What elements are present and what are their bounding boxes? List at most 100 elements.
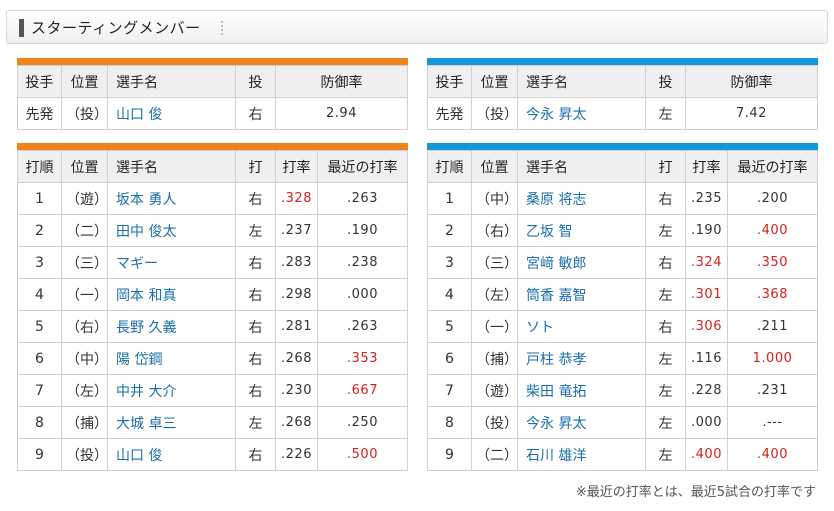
pitcher-role: 先発 bbox=[17, 97, 62, 130]
player-name-link[interactable]: 今永 昇太 bbox=[517, 406, 646, 439]
position: （遊） bbox=[471, 374, 518, 407]
position: （左） bbox=[61, 374, 108, 407]
batting-average: .324 bbox=[685, 246, 728, 279]
pitcher-throws: 右 bbox=[235, 97, 276, 130]
recent-average: .263 bbox=[317, 310, 408, 343]
position: （投） bbox=[61, 438, 108, 471]
lineup-row: 6 （捕） 戸柱 恭孝左 .116 1.000 bbox=[427, 342, 818, 375]
recent-average: .400 bbox=[727, 438, 818, 471]
player-name-link[interactable]: 長野 久義 bbox=[107, 310, 236, 343]
recent-average: .200 bbox=[727, 182, 818, 215]
lineup-table: 打順 位置 選手名 打 打率 最近の打率 1 （中） 桑原 将志右 .235.200 2… bbox=[427, 150, 818, 471]
lineup-row: 9 （投） 山口 俊右 .226.500 bbox=[17, 438, 408, 471]
position: （右） bbox=[61, 310, 108, 343]
pitcher-pos: （投） bbox=[61, 97, 108, 130]
batting-average: .301 bbox=[685, 278, 728, 311]
batting-order: 7 bbox=[17, 374, 62, 407]
col-header-name: 選手名 bbox=[107, 65, 236, 98]
pitcher-row: 先発 （投） 今永 昇太 左 7.42 bbox=[427, 97, 818, 130]
col-header-name: 選手名 bbox=[107, 150, 236, 183]
player-name-link[interactable]: 田中 俊太 bbox=[107, 214, 236, 247]
col-header-throws: 投 bbox=[235, 65, 276, 98]
player-name-link[interactable]: マギー bbox=[107, 246, 236, 279]
lineup-row: 3 （三） 宮﨑 敏郎右 .324.350 bbox=[427, 246, 818, 279]
position: （二） bbox=[61, 214, 108, 247]
player-name-link[interactable]: 大城 卓三 bbox=[107, 406, 236, 439]
recent-average: .190 bbox=[317, 214, 408, 247]
player-name-link[interactable]: 筒香 嘉智 bbox=[517, 278, 646, 311]
bats-hand: 左 bbox=[645, 214, 686, 247]
position: （捕） bbox=[61, 406, 108, 439]
player-name-link[interactable]: 山口 俊 bbox=[107, 438, 236, 471]
player-name-link[interactable]: 乙坂 智 bbox=[517, 214, 646, 247]
batting-order: 4 bbox=[427, 278, 472, 311]
recent-average: .000 bbox=[317, 278, 408, 311]
team-accent-bar bbox=[17, 143, 408, 150]
bats-hand: 右 bbox=[235, 438, 276, 471]
section-title: スターティングメンバー bbox=[31, 19, 201, 37]
pitcher-pos: （投） bbox=[471, 97, 518, 130]
col-header-recent: 最近の打率 bbox=[727, 150, 818, 183]
batting-order: 6 bbox=[17, 342, 62, 375]
position: （投） bbox=[471, 406, 518, 439]
player-name-link[interactable]: 宮﨑 敏郎 bbox=[517, 246, 646, 279]
batting-average: .000 bbox=[685, 406, 728, 439]
lineup-row: 2 （右） 乙坂 智左 .190.400 bbox=[427, 214, 818, 247]
player-name-link[interactable]: 戸柱 恭孝 bbox=[517, 342, 646, 375]
pitcher-era: 7.42 bbox=[685, 97, 818, 130]
lineup-row: 9 （二） 石川 雄洋左 .400.400 bbox=[427, 438, 818, 471]
bats-hand: 左 bbox=[645, 438, 686, 471]
lineup-row: 6 （中）陽 岱鋼右 .268.353 bbox=[17, 342, 408, 375]
pitcher-table: 投手 位置 選手名 投 防御率 先発 （投） 今永 昇太 左 7.42 bbox=[427, 65, 818, 130]
col-header-name: 選手名 bbox=[517, 65, 646, 98]
grip-icon bbox=[221, 21, 223, 35]
player-name-link[interactable]: 陽 岱鋼 bbox=[107, 342, 236, 375]
team-accent-bar bbox=[427, 143, 818, 150]
batting-order: 7 bbox=[427, 374, 472, 407]
col-header-pos: 位置 bbox=[471, 65, 518, 98]
player-name-link[interactable]: 岡本 和真 bbox=[107, 278, 236, 311]
position: （中） bbox=[471, 182, 518, 215]
pitcher-header-row: 投手 位置 選手名 投 防御率 bbox=[427, 65, 818, 98]
player-name-link[interactable]: 坂本 勇人 bbox=[107, 182, 236, 215]
section-header: スターティングメンバー bbox=[6, 10, 828, 44]
batting-average: .237 bbox=[275, 214, 318, 247]
left-pitcher-panel: 投手 位置 選手名 投 防御率 先発 （投） 山口 俊 右 2.94 bbox=[17, 58, 408, 130]
position: （一） bbox=[61, 278, 108, 311]
player-name-link[interactable]: 石川 雄洋 bbox=[517, 438, 646, 471]
player-name-link[interactable]: 桑原 将志 bbox=[517, 182, 646, 215]
batting-average: .281 bbox=[275, 310, 318, 343]
lineup-row: 5 （右） 長野 久義右 .281.263 bbox=[17, 310, 408, 343]
col-header-avg: 打率 bbox=[275, 150, 318, 183]
lineup-row: 8 （捕） 大城 卓三左 .268.250 bbox=[17, 406, 408, 439]
batting-order: 2 bbox=[17, 214, 62, 247]
position: （三） bbox=[471, 246, 518, 279]
pitcher-name-link[interactable]: 山口 俊 bbox=[107, 97, 236, 130]
pitcher-table: 投手 位置 選手名 投 防御率 先発 （投） 山口 俊 右 2.94 bbox=[17, 65, 408, 130]
batting-order: 1 bbox=[427, 182, 472, 215]
batting-average: .283 bbox=[275, 246, 318, 279]
recent-average: .250 bbox=[317, 406, 408, 439]
batting-order: 2 bbox=[427, 214, 472, 247]
lineup-header-row: 打順 位置 選手名 打 打率 最近の打率 bbox=[17, 150, 408, 183]
player-name-link[interactable]: 中井 大介 bbox=[107, 374, 236, 407]
recent-average: .500 bbox=[317, 438, 408, 471]
recent-average: .--- bbox=[727, 406, 818, 439]
batting-order: 8 bbox=[427, 406, 472, 439]
pitcher-name-link[interactable]: 今永 昇太 bbox=[517, 97, 646, 130]
team-accent-bar bbox=[427, 58, 818, 65]
col-header-role: 投手 bbox=[17, 65, 62, 98]
bats-hand: 左 bbox=[235, 406, 276, 439]
col-header-pos: 位置 bbox=[61, 65, 108, 98]
lineup-row: 1 （中） 桑原 将志右 .235.200 bbox=[427, 182, 818, 215]
batting-order: 3 bbox=[17, 246, 62, 279]
player-name-link[interactable]: 柴田 竜拓 bbox=[517, 374, 646, 407]
col-header-order: 打順 bbox=[427, 150, 472, 183]
batting-order: 3 bbox=[427, 246, 472, 279]
lineup-row: 4 （左） 筒香 嘉智左 .301.368 bbox=[427, 278, 818, 311]
bats-hand: 右 bbox=[235, 342, 276, 375]
player-name-link[interactable]: ソト bbox=[517, 310, 646, 343]
pitcher-throws: 左 bbox=[645, 97, 686, 130]
position: （二） bbox=[471, 438, 518, 471]
position: （右） bbox=[471, 214, 518, 247]
